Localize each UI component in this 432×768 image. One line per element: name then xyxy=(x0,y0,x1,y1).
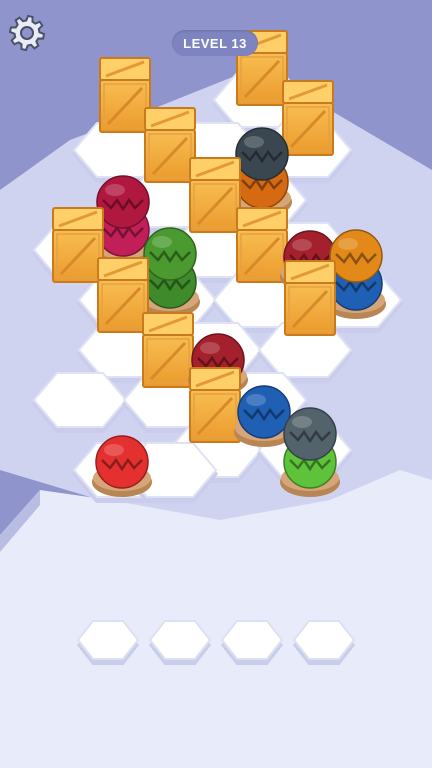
wooden-crate[interactable] xyxy=(284,260,336,336)
ball xyxy=(95,435,149,489)
ball xyxy=(143,227,197,281)
gear-icon xyxy=(8,14,46,52)
wooden-crate[interactable] xyxy=(97,257,149,333)
ball xyxy=(237,385,291,439)
settings-button[interactable] xyxy=(6,12,48,54)
wooden-crate[interactable] xyxy=(282,80,334,156)
ball xyxy=(235,127,289,181)
ball xyxy=(283,407,337,461)
ball xyxy=(96,175,150,229)
level-indicator: LEVEL 13 xyxy=(172,30,258,56)
wooden-crate[interactable] xyxy=(236,207,288,283)
wooden-crate[interactable] xyxy=(189,367,241,443)
wooden-crate[interactable] xyxy=(52,207,104,283)
game-scene xyxy=(0,30,432,768)
wooden-crate[interactable] xyxy=(99,57,151,133)
wooden-crate[interactable] xyxy=(189,157,241,233)
wooden-crate[interactable] xyxy=(142,312,194,388)
game-stage: LEVEL 13 xyxy=(0,0,432,768)
ball xyxy=(329,229,383,283)
ball-stack[interactable] xyxy=(280,407,340,497)
wooden-crate[interactable] xyxy=(144,107,196,183)
